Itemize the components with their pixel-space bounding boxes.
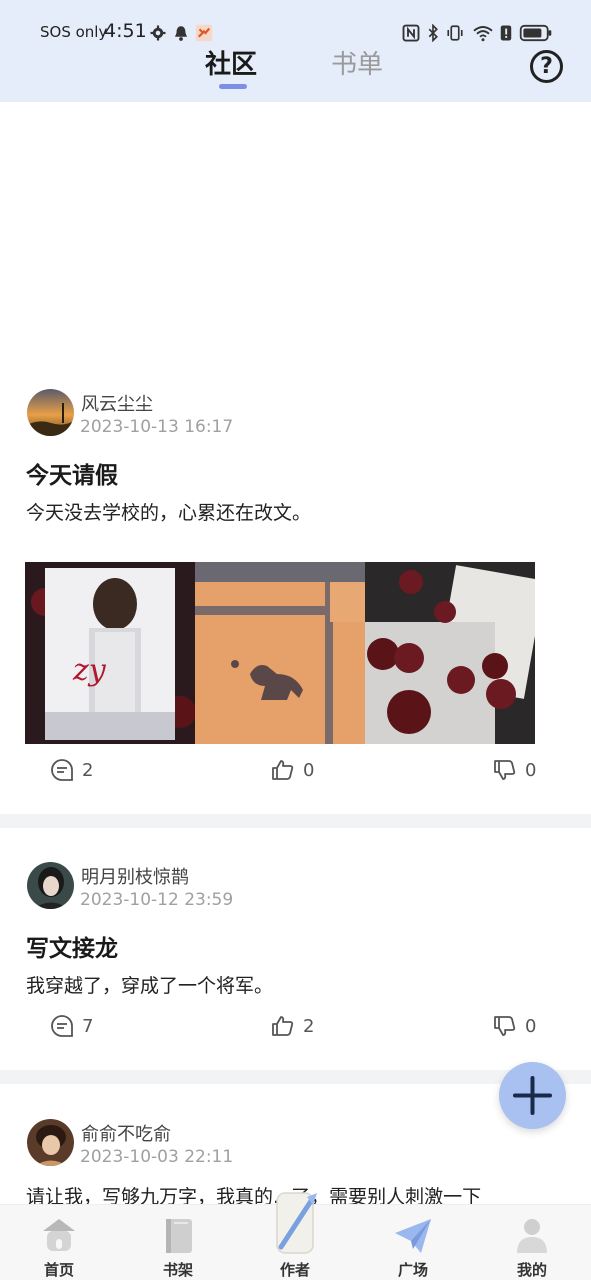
like-button[interactable]: 2 xyxy=(271,1011,314,1041)
book-cover-image[interactable]: zy xyxy=(25,562,195,744)
thumbs-down-icon xyxy=(494,1016,516,1036)
help-button[interactable]: ? xyxy=(530,50,563,83)
bluetooth-icon xyxy=(428,24,438,42)
profile-icon xyxy=(517,1219,547,1253)
nav-label: 书架 xyxy=(162,1261,193,1279)
post-title: 今天请假 xyxy=(26,463,118,489)
post-date: 2023-10-13 16:17 xyxy=(80,417,234,437)
wifi-icon xyxy=(473,26,493,42)
like-button[interactable]: 0 xyxy=(271,755,314,785)
nav-label: 我的 xyxy=(516,1261,547,1279)
top-header: SOS only 4:51 社区 书单 ? xyxy=(0,0,591,102)
post-images: zy xyxy=(25,562,535,744)
gear-icon xyxy=(150,25,166,41)
like-count: 2 xyxy=(303,1015,315,1037)
clock: 4:51 xyxy=(104,20,147,42)
nfc-icon xyxy=(402,24,420,42)
nav-home[interactable]: 首页 xyxy=(19,1205,99,1280)
nav-plaza[interactable]: 广场 xyxy=(373,1205,453,1280)
comment-icon xyxy=(51,1015,73,1037)
dislike-button[interactable]: 0 xyxy=(493,1011,536,1041)
status-bar: SOS only 4:51 xyxy=(0,18,591,48)
dislike-count: 0 xyxy=(525,1015,537,1037)
nav-profile[interactable]: 我的 xyxy=(492,1205,572,1280)
nav-label: 首页 xyxy=(43,1261,74,1279)
vibrate-icon xyxy=(447,25,463,41)
comment-count: 2 xyxy=(82,759,94,781)
plus-icon xyxy=(513,1076,552,1115)
avatar[interactable] xyxy=(27,862,74,909)
author-name[interactable]: 明月别枝惊鹊 xyxy=(81,863,189,889)
battery-icon xyxy=(519,24,552,42)
dislike-count: 0 xyxy=(525,759,537,781)
like-count: 0 xyxy=(303,759,315,781)
comment-icon xyxy=(51,759,73,781)
app-notification-icon xyxy=(195,24,213,42)
post-card[interactable]: 明月别枝惊鹊 2023-10-12 23:59 写文接龙 我穿越了，穿成了一个将… xyxy=(0,828,591,1070)
avatar[interactable] xyxy=(27,1119,74,1166)
post-body: 我穿越了，穿成了一个将军。 xyxy=(26,975,274,997)
svg-text:zy: zy xyxy=(72,653,107,688)
quill-scroll-icon xyxy=(276,1192,317,1254)
nav-label: 作者 xyxy=(279,1261,310,1279)
paper-plane-icon xyxy=(395,1219,431,1253)
author-name[interactable]: 俞俞不吃俞 xyxy=(81,1120,171,1146)
nav-bookshelf[interactable]: 书架 xyxy=(138,1205,218,1280)
comment-count: 7 xyxy=(82,1015,94,1037)
thumbs-up-icon xyxy=(272,1016,294,1036)
author-name[interactable]: 风云尘尘 xyxy=(81,390,153,416)
post-date: 2023-10-12 23:59 xyxy=(80,890,234,910)
active-tab-indicator xyxy=(219,84,247,89)
bell-icon xyxy=(175,26,187,41)
sos-text: SOS only xyxy=(40,23,108,41)
thumbs-down-icon xyxy=(494,760,516,780)
dislike-button[interactable]: 0 xyxy=(493,755,536,785)
alert-icon xyxy=(500,25,512,41)
post-body: 今天没去学校的，心累还在改文。 xyxy=(26,502,312,524)
post-title: 写文接龙 xyxy=(26,936,118,962)
post-actions: 7 2 0 xyxy=(0,1011,591,1041)
post-separator xyxy=(0,814,591,828)
tab-booklist[interactable]: 书单 xyxy=(331,44,383,81)
bottom-nav: 首页 书架 作者 广场 我的 xyxy=(0,1192,591,1280)
post-actions: 2 0 0 xyxy=(0,755,591,785)
add-post-button[interactable] xyxy=(499,1062,566,1129)
thumbs-up-icon xyxy=(272,760,294,780)
nav-author[interactable]: 作者 xyxy=(255,1192,335,1280)
comment-button[interactable]: 2 xyxy=(50,755,93,785)
nav-label: 广场 xyxy=(397,1261,428,1279)
tab-community[interactable]: 社区 xyxy=(205,44,257,81)
comment-button[interactable]: 7 xyxy=(50,1011,93,1041)
avatar[interactable] xyxy=(27,389,74,436)
bookshelf-icon xyxy=(166,1219,192,1253)
home-icon xyxy=(43,1219,75,1251)
window-shadow-dog-image[interactable] xyxy=(195,562,365,744)
roses-letters-image[interactable] xyxy=(365,562,535,744)
post-date: 2023-10-03 22:11 xyxy=(80,1147,234,1167)
